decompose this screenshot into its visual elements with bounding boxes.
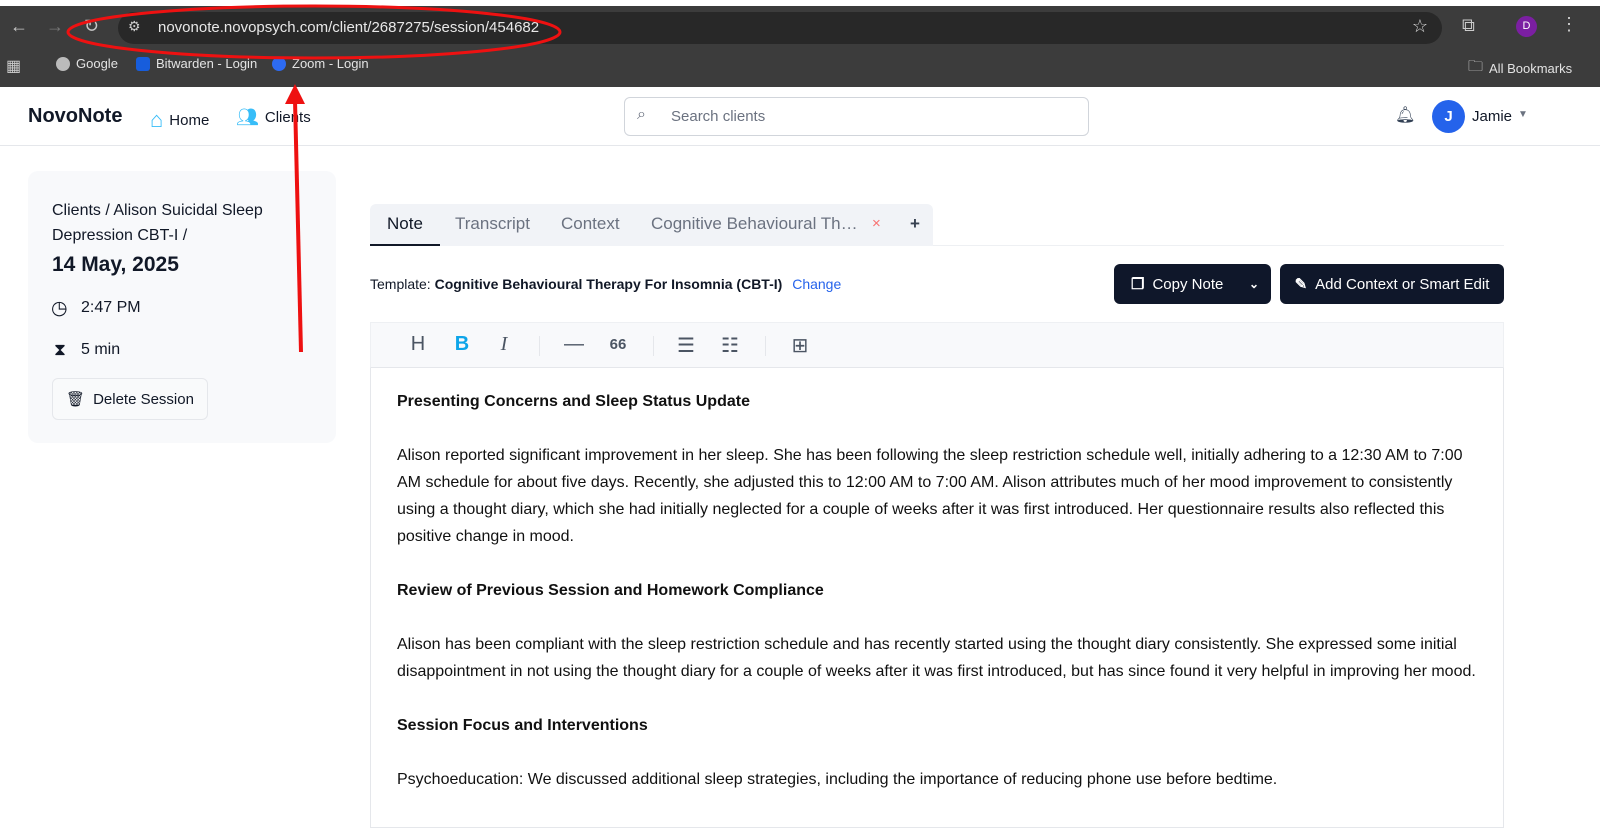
logo[interactable]: NovoNote [28, 105, 122, 128]
divider [933, 245, 1504, 246]
nav-clients[interactable]: 👥︎ Clients [236, 107, 311, 128]
session-date: 14 May, 2025 [52, 253, 179, 276]
site-settings-icon[interactable]: ⚙ [128, 18, 141, 35]
section-heading: Presenting Concerns and Sleep Status Upd… [397, 393, 750, 410]
section-text: Psychoeducation: We discussed additional… [397, 771, 1278, 788]
users-icon: 👥︎ [236, 107, 259, 127]
tab-cbt[interactable]: Cognitive Behavioural Th… [634, 204, 875, 246]
forward-icon[interactable]: → [46, 16, 64, 37]
browser-chrome: ← → ↻ ⚙ novonote.novopsych.com/client/26… [0, 6, 1600, 87]
url-text[interactable]: novonote.novopsych.com/client/2687275/se… [158, 19, 539, 36]
section-text: Alison reported significant improvement … [397, 447, 1463, 545]
add-tab-icon[interactable]: + [910, 214, 920, 234]
section-text: Alison has been compliant with the sleep… [397, 636, 1476, 680]
menu-icon[interactable]: ⋮ [1560, 14, 1578, 35]
quote-icon[interactable]: 66 [605, 336, 631, 353]
apps-icon[interactable]: ▦ [6, 56, 21, 76]
horizontal-rule-icon[interactable]: — [561, 333, 587, 356]
hourglass-icon: ⧗ [54, 340, 66, 359]
tab-context[interactable]: Context [544, 204, 637, 246]
zoom-icon [272, 56, 286, 71]
breadcrumb[interactable]: Clients / Alison Suicidal Sleep Depressi… [52, 198, 292, 248]
bookmark-label: Google [76, 56, 118, 71]
template-name: Cognitive Behavioural Therapy For Insomn… [434, 276, 783, 292]
bookmark-zoom[interactable]: Zoom - Login [272, 56, 369, 71]
home-icon: ⌂ [150, 107, 164, 132]
italic-icon[interactable]: I [491, 333, 517, 356]
nav-label: Home [169, 111, 210, 129]
bookmark-label: Bitwarden - Login [156, 56, 258, 71]
trash-icon: 🗑︎ [66, 391, 86, 408]
address-bar[interactable]: ⚙ novonote.novopsych.com/client/2687275/… [118, 12, 1442, 44]
chevron-down-icon[interactable]: ⌄ [1249, 277, 1259, 291]
globe-icon [56, 56, 70, 71]
search-input[interactable] [671, 108, 1071, 125]
template-label: Template: [370, 276, 431, 292]
heading-icon[interactable]: H [405, 333, 431, 356]
bell-icon[interactable]: 🔔︎ [1395, 105, 1415, 125]
smart-edit-button[interactable]: ✎ Add Context or Smart Edit [1280, 264, 1504, 304]
nav-home[interactable]: ⌂ Home [150, 107, 209, 133]
bookmark-bitwarden[interactable]: Bitwarden - Login [136, 56, 257, 71]
session-duration: 5 min [81, 341, 121, 358]
tab-note[interactable]: Note [370, 204, 440, 246]
template-line: Template: Cognitive Behavioural Therapy … [370, 276, 841, 292]
smart-edit-label: Add Context or Smart Edit [1315, 275, 1490, 293]
editor-toolbar: H B I — 66 ☰ ☷ ⊞ [370, 322, 1504, 368]
tab-transcript[interactable]: Transcript [438, 204, 547, 246]
copy-label: Copy Note [1152, 275, 1224, 293]
separator [653, 336, 654, 356]
star-icon[interactable]: ☆ [1412, 16, 1428, 37]
app-header: NovoNote ⌂ Home 👥︎ Clients ⌕ 🔔︎ J Jamie ▼ [0, 87, 1600, 146]
search-box[interactable]: ⌕ [624, 97, 1089, 136]
all-bookmarks[interactable]: 🗀 All Bookmarks [1468, 56, 1572, 81]
clock-icon: ◷ [51, 298, 68, 319]
numbered-list-icon[interactable]: ☷ [717, 333, 743, 358]
folder-icon: 🗀 [1468, 58, 1484, 75]
copy-icon: ❐ [1131, 276, 1145, 293]
tab-bar: Note Transcript Context Cognitive Behavi… [370, 204, 933, 246]
bookmark-google[interactable]: Google [56, 56, 118, 71]
separator [765, 336, 766, 356]
user-avatar[interactable]: J [1432, 100, 1465, 133]
nav-label: Clients [264, 109, 311, 126]
chevron-down-icon[interactable]: ▼ [1518, 109, 1528, 120]
extensions-icon[interactable]: ⧉ [1462, 15, 1475, 36]
delete-label: Delete Session [93, 390, 194, 408]
section-heading: Session Focus and Interventions [397, 717, 648, 734]
back-icon[interactable]: ← [10, 16, 28, 37]
section-heading: Review of Previous Session and Homework … [397, 582, 824, 599]
delete-session-button[interactable]: 🗑︎ Delete Session [52, 378, 208, 420]
separator [539, 336, 540, 356]
close-tab-icon[interactable]: × [872, 215, 881, 232]
all-bookmarks-label: All Bookmarks [1489, 61, 1573, 76]
reload-icon[interactable]: ↻ [84, 16, 99, 37]
change-template-link[interactable]: Change [792, 276, 841, 292]
note-editor[interactable]: Presenting Concerns and Sleep Status Upd… [370, 368, 1504, 828]
user-name[interactable]: Jamie [1472, 108, 1512, 125]
magic-wand-icon: ✎ [1294, 276, 1308, 293]
bullet-list-icon[interactable]: ☰ [673, 333, 699, 358]
session-time: 2:47 PM [81, 299, 141, 316]
bitwarden-icon [136, 56, 150, 71]
session-card: Clients / Alison Suicidal Sleep Depressi… [28, 171, 336, 443]
bookmark-label: Zoom - Login [292, 56, 369, 71]
profile-avatar[interactable]: D [1516, 16, 1537, 37]
search-icon: ⌕ [637, 106, 646, 123]
bold-icon[interactable]: B [449, 333, 475, 356]
copy-note-button[interactable]: ❐ Copy Note ⌄ [1114, 264, 1271, 304]
table-icon[interactable]: ⊞ [787, 333, 813, 358]
